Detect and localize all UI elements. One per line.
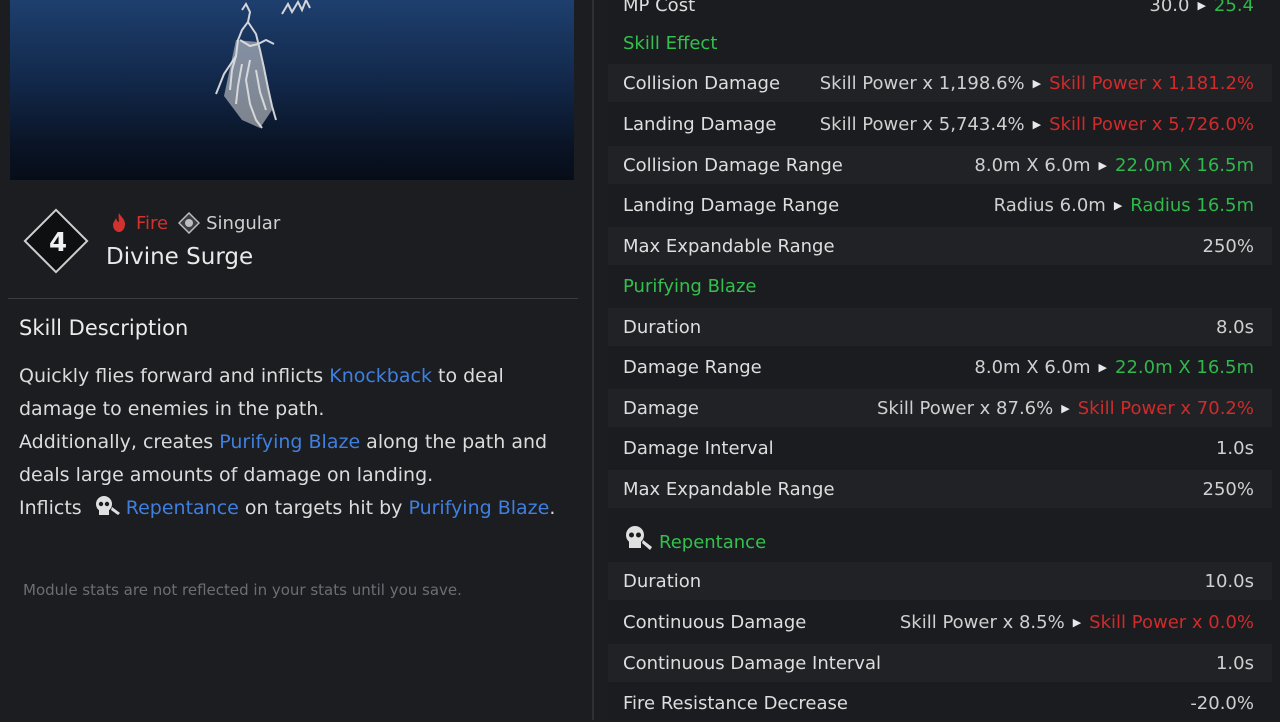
stat-label: Max Expandable Range	[623, 235, 835, 257]
stat-row-collision-damage-range: Collision Damage Range 8.0m X 6.0m ▶ 22.0m…	[608, 146, 1272, 184]
stat-label: Landing Damage	[623, 113, 777, 135]
section-purifying-blaze: Purifying Blaze	[608, 267, 1272, 305]
section-title: Skill Effect	[623, 32, 718, 54]
stat-label: Landing Damage Range	[623, 194, 840, 216]
skill-preview-image	[10, 0, 574, 180]
stat-new-value: Skill Power x 1,181.2%	[1049, 72, 1254, 94]
stat-row-duration: Duration 10.0s	[608, 562, 1272, 600]
repentance-skull-icon	[95, 496, 120, 515]
arrow-icon: ▶	[1032, 117, 1042, 131]
stat-label: Damage Interval	[623, 437, 774, 459]
stat-new-value: 22.0m X 16.5m	[1115, 356, 1254, 378]
desc-text: Inflicts	[19, 497, 88, 519]
stat-label: Fire Resistance Decrease	[623, 692, 848, 714]
stat-label: Duration	[623, 316, 702, 338]
skill-detail-panel: 4 Fire Singular Divine Surge Skill Descr…	[0, 0, 592, 720]
stat-label: Duration	[623, 570, 702, 592]
stat-new-value: 25.4	[1213, 0, 1254, 16]
fire-element-icon	[113, 213, 125, 232]
stat-value: 250%	[1202, 478, 1254, 500]
stat-old-value: Radius 6.0m	[993, 194, 1106, 216]
stat-value: 10.0s	[1204, 570, 1254, 592]
stat-row-landing-damage: Landing Damage Skill Power x 5,743.4% ▶ Sk…	[608, 105, 1272, 143]
stat-label: Continuous Damage	[623, 611, 807, 633]
section-skill-effect: Skill Effect	[608, 24, 1272, 62]
desc-text: Additionally, creates	[19, 431, 220, 453]
stat-value: 8.0s	[1215, 316, 1254, 338]
stat-new-value: Radius 16.5m	[1130, 194, 1254, 216]
arrow-icon: ▶	[1072, 615, 1082, 629]
skill-level-number: 4	[48, 228, 68, 258]
stat-label: Max Expandable Range	[623, 478, 835, 500]
stat-new-value: Skill Power x 0.0%	[1089, 611, 1254, 633]
stat-label: MP Cost	[623, 0, 696, 16]
stat-old-value: Skill Power x 8.5%	[899, 611, 1065, 633]
skill-description-title: Skill Description	[19, 316, 189, 340]
stat-row-damage: Damage Skill Power x 87.6% ▶ Skill Power x…	[608, 389, 1272, 427]
stat-row-max-expandable-range: Max Expandable Range 250%	[608, 227, 1272, 265]
stat-label: Damage	[623, 397, 699, 419]
keyword-knockback[interactable]: Knockback	[329, 365, 432, 387]
keyword-repentance[interactable]: Repentance	[126, 497, 239, 519]
stat-row-max-expandable-range: Max Expandable Range 250%	[608, 470, 1272, 508]
section-title: Repentance	[659, 531, 767, 553]
module-stats-note: Module stats are not reflected in your s…	[23, 581, 462, 599]
keyword-purifying-blaze[interactable]: Purifying Blaze	[219, 431, 360, 453]
section-repentance: Repentance	[608, 516, 1272, 562]
stat-row-damage-interval: Damage Interval 1.0s	[608, 429, 1272, 467]
arrow-icon: ▶	[1098, 158, 1107, 172]
stat-row-duration: Duration 8.0s	[608, 308, 1272, 346]
repentance-skull-icon	[626, 526, 652, 550]
stat-value: 1.0s	[1215, 437, 1254, 459]
character-silhouette	[215, 0, 311, 129]
panel-divider	[592, 0, 594, 720]
stat-new-value: 22.0m X 16.5m	[1115, 154, 1254, 176]
arrow-icon: ▶	[1061, 401, 1070, 415]
desc-text: Quickly flies forward and inflicts	[19, 365, 330, 387]
singular-type-icon	[178, 212, 201, 234]
skill-name: Divine Surge	[106, 244, 254, 270]
divider	[8, 298, 578, 299]
skill-tags: Fire Singular	[108, 212, 280, 234]
stat-label: Continuous Damage Interval	[623, 652, 881, 674]
arrow-icon: ▶	[1113, 198, 1123, 212]
stat-label: Damage Range	[623, 356, 762, 378]
stat-old-value: 8.0m X 6.0m	[974, 154, 1091, 176]
stat-value: -20.0%	[1190, 692, 1254, 714]
arrow-icon: ▶	[1032, 76, 1042, 90]
arrow-icon: ▶	[1098, 360, 1107, 374]
stat-old-value: Skill Power x 5,743.4%	[819, 113, 1025, 135]
stat-row-fire-resistance-decrease: Fire Resistance Decrease -20.0%	[608, 684, 1272, 722]
stat-label: Collision Damage	[623, 72, 781, 94]
stat-row-damage-range: Damage Range 8.0m X 6.0m ▶ 22.0m X 16.5m	[608, 348, 1272, 386]
skill-type-label: Singular	[206, 212, 281, 234]
stat-label: Collision Damage Range	[623, 154, 843, 176]
keyword-purifying-blaze[interactable]: Purifying Blaze	[408, 497, 549, 519]
stat-old-value: Skill Power x 1,198.6%	[819, 72, 1025, 94]
stat-row-mp-cost: MP Cost 30.0 ▶ 25.4	[608, 0, 1272, 24]
stat-old-value: 8.0m X 6.0m	[974, 356, 1091, 378]
stat-new-value: Skill Power x 5,726.0%	[1049, 113, 1254, 135]
element-label: Fire	[136, 212, 169, 234]
stat-old-value: 30.0	[1149, 0, 1190, 16]
skill-description: Quickly flies forward and inflicts Knock…	[19, 360, 569, 525]
stat-row-continuous-damage: Continuous Damage Skill Power x 8.5% ▶ Ski…	[608, 603, 1272, 641]
arrow-icon: ▶	[1197, 0, 1206, 12]
stat-new-value: Skill Power x 70.2%	[1077, 397, 1254, 419]
stat-row-collision-damage: Collision Damage Skill Power x 1,198.6% ▶…	[608, 64, 1272, 102]
stat-row-continuous-damage-interval: Continuous Damage Interval 1.0s	[608, 644, 1272, 682]
desc-text: .	[549, 497, 556, 519]
stat-old-value: Skill Power x 87.6%	[876, 397, 1054, 419]
desc-text: on targets hit by	[238, 497, 409, 519]
stat-value: 1.0s	[1215, 652, 1254, 674]
stat-row-landing-damage-range: Landing Damage Range Radius 6.0m ▶ Radius …	[608, 186, 1272, 224]
section-title: Purifying Blaze	[623, 275, 757, 297]
skill-stats-panel: MP Cost 30.0 ▶ 25.4 Skill Effect Collision…	[608, 0, 1280, 720]
stat-value: 250%	[1202, 235, 1254, 257]
